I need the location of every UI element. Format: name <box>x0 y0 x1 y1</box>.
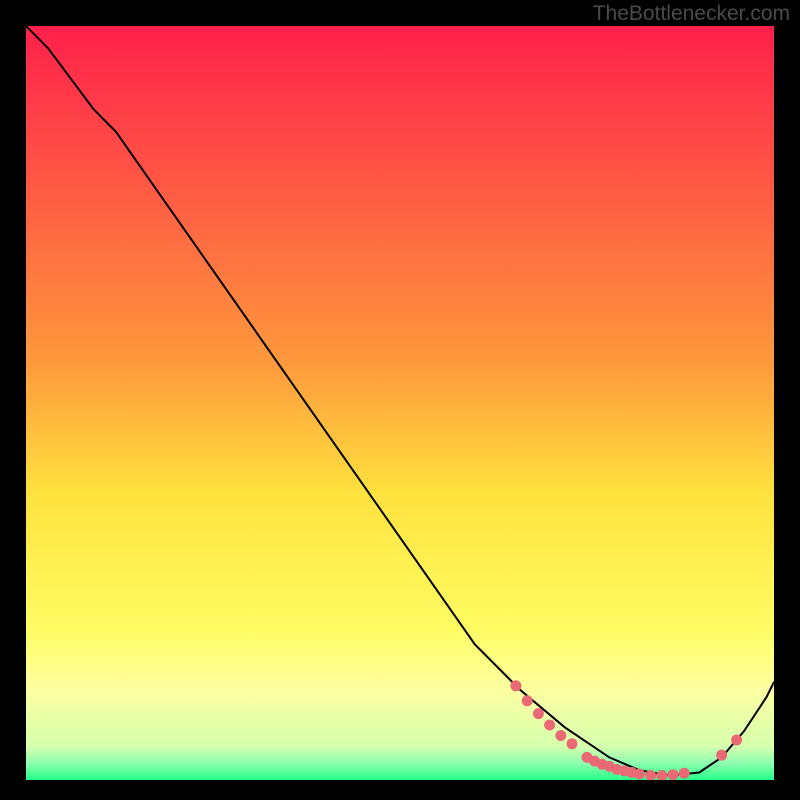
marker-point <box>567 738 578 749</box>
marker-point <box>731 735 742 746</box>
marker-point <box>555 730 566 741</box>
watermark-text: TheBottlenecker.com <box>593 2 790 26</box>
marker-point <box>679 768 690 779</box>
marker-point <box>634 769 645 780</box>
marker-point <box>533 708 544 719</box>
marker-point <box>544 720 555 731</box>
marker-point <box>668 769 679 780</box>
chart-frame: TheBottlenecker.com <box>0 0 800 800</box>
marker-point <box>716 750 727 761</box>
chart-plot-area <box>26 26 774 780</box>
marker-point <box>522 695 533 706</box>
chart-svg <box>26 26 774 780</box>
gradient-background <box>26 26 774 780</box>
marker-point <box>510 680 521 691</box>
